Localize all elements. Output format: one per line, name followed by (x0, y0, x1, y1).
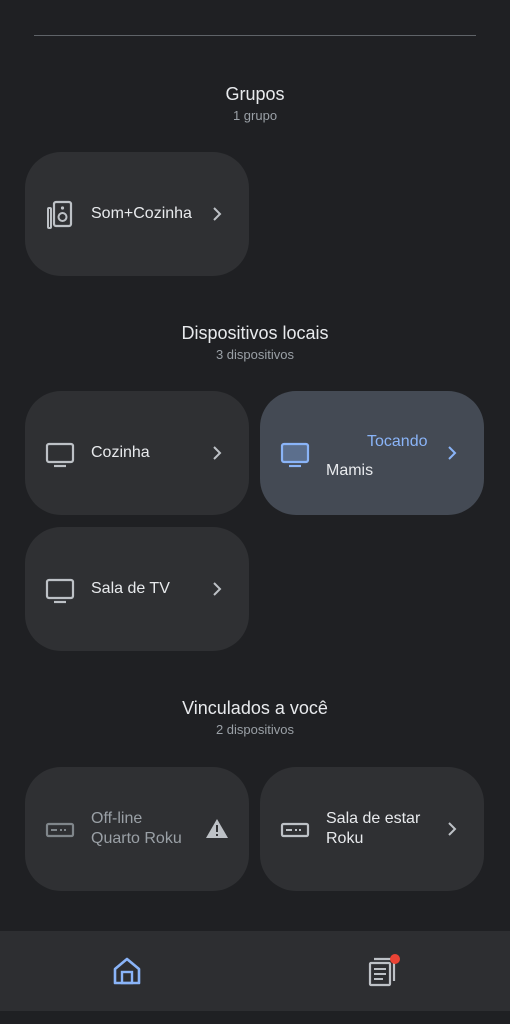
chevron-right-icon (213, 446, 222, 460)
device-name: Sala de estar Roku (326, 810, 421, 847)
streaming-box-icon (280, 822, 310, 838)
device-name: Sala de TV (91, 580, 170, 597)
section-subtitle-linked: 2 dispositivos (215, 722, 295, 737)
nav-library[interactable] (362, 951, 402, 991)
device-name: Som+Cozinha (91, 205, 192, 222)
tv-icon (280, 442, 310, 468)
notification-badge (390, 954, 400, 964)
chevron-right-icon (213, 582, 222, 596)
device-tile-mamis[interactable]: Tocando Mamis (260, 391, 484, 515)
chevron-right-icon (448, 822, 457, 836)
top-divider (34, 35, 476, 36)
tile-label: Off-line Quarto Roku (91, 767, 182, 891)
tv-icon (45, 578, 75, 604)
bottom-navigation (0, 931, 510, 1011)
tile-label: Sala de TV (91, 527, 170, 651)
device-name: Quarto Roku (91, 830, 182, 847)
tv-icon (45, 442, 75, 468)
group-tile-som-cozinha[interactable]: Som+Cozinha (25, 152, 249, 276)
section-title-local: Dispositivos locais (181, 323, 329, 343)
warning-icon (206, 819, 228, 838)
tile-label: Mamis (326, 391, 373, 533)
device-tile-cozinha[interactable]: Cozinha (25, 391, 249, 515)
tile-label: Cozinha (91, 391, 150, 515)
system-bottom-bar (0, 1011, 510, 1024)
device-tile-quarto-roku[interactable]: Off-line Quarto Roku (25, 767, 249, 891)
section-title-groups: Grupos (225, 84, 285, 104)
playing-status: Tocando (367, 433, 428, 450)
speaker-group-icon (47, 200, 73, 229)
tile-label: Sala de estar Roku (326, 767, 446, 891)
tile-label: Som+Cozinha (91, 152, 192, 276)
offline-status: Off-line (91, 810, 143, 827)
chevron-right-icon (213, 207, 222, 221)
device-tile-sala-de-estar-roku[interactable]: Sala de estar Roku (260, 767, 484, 891)
home-icon (113, 957, 141, 985)
device-name: Mamis (326, 462, 374, 479)
nav-home[interactable] (107, 951, 147, 991)
section-subtitle-groups: 1 grupo (232, 108, 278, 123)
chevron-right-icon (448, 446, 457, 460)
section-subtitle-local: 3 dispositivos (215, 347, 295, 362)
device-tile-sala-de-tv[interactable]: Sala de TV (25, 527, 249, 651)
device-name: Cozinha (91, 444, 150, 461)
section-title-linked: Vinculados a você (182, 698, 328, 718)
streaming-box-icon (45, 822, 75, 838)
